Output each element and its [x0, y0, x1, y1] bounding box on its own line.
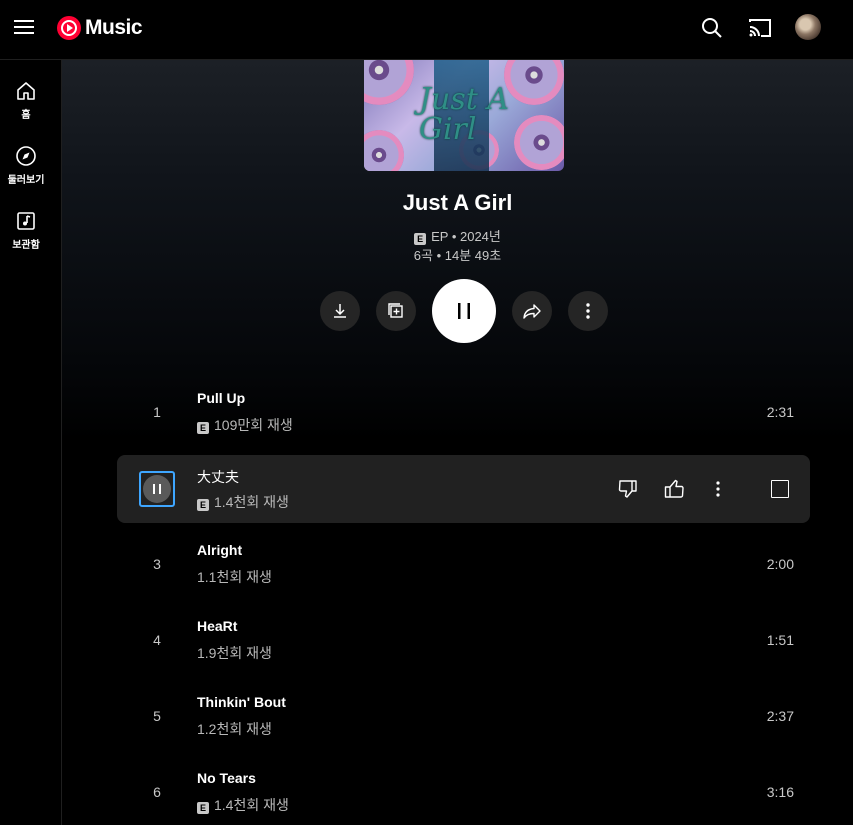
track-row[interactable]: 5 Thinkin' Bout 1.2천회 재생 2:37	[117, 682, 810, 750]
track-title[interactable]: Pull Up	[197, 390, 245, 406]
track-plays: E 1.4천회 재생	[197, 795, 289, 815]
pause-icon	[458, 303, 470, 319]
album-meta: E EP • 2024년	[62, 226, 853, 245]
pause-icon	[153, 484, 161, 494]
sidebar-item-library[interactable]: 보관함	[0, 210, 52, 251]
select-checkbox[interactable]	[771, 480, 789, 498]
save-to-library-icon	[388, 303, 403, 318]
sidebar-item-label: 홈	[21, 110, 31, 121]
pause-button[interactable]	[432, 279, 496, 343]
album-type-year: EP • 2024년	[431, 229, 501, 244]
track-number: 1	[153, 404, 161, 420]
logo-text: Music	[85, 16, 143, 39]
track-title[interactable]: No Tears	[197, 770, 256, 786]
track-number: 3	[153, 556, 161, 572]
track-title[interactable]: 大丈夫	[197, 467, 239, 487]
track-duration: 2:31	[766, 404, 794, 420]
track-number: 6	[153, 784, 161, 800]
explicit-badge: E	[197, 499, 209, 511]
track-plays: 1.1천회 재생	[197, 569, 272, 585]
track-title[interactable]: Alright	[197, 542, 242, 558]
search-icon[interactable]	[698, 14, 726, 42]
explore-icon	[16, 146, 36, 166]
more-options-button[interactable]	[568, 291, 608, 331]
track-plays: 1.2천회 재생	[197, 721, 272, 737]
track-row[interactable]: 3 Alright 1.1천회 재생 2:00	[117, 530, 810, 598]
track-plays: 1.9천회 재생	[197, 645, 272, 661]
album-cover: Just A Girl	[364, 60, 564, 171]
library-icon	[17, 212, 35, 230]
track-number: 4	[153, 632, 161, 648]
sidebar-item-home[interactable]: 홈	[0, 80, 52, 121]
track-title[interactable]: Thinkin' Bout	[197, 694, 286, 710]
more-icon[interactable]	[706, 477, 730, 501]
track-title[interactable]: HeaRt	[197, 618, 237, 634]
track-duration: 2:00	[766, 556, 794, 572]
like-icon[interactable]	[662, 477, 686, 501]
sidebar: 홈 둘러보기 보관함	[0, 60, 62, 825]
cover-title: Just A Girl	[419, 82, 509, 147]
top-bar: Music	[0, 0, 853, 60]
share-icon	[523, 304, 541, 319]
explicit-badge: E	[414, 233, 427, 245]
track-row[interactable]: 1 Pull Up E 109만회 재생 2:31	[117, 378, 810, 446]
download-icon	[334, 304, 346, 318]
dislike-icon[interactable]	[616, 477, 640, 501]
more-icon	[586, 303, 590, 319]
sidebar-item-label: 둘러보기	[7, 175, 45, 186]
explicit-badge: E	[197, 422, 209, 434]
track-plays: E 109만회 재생	[197, 415, 293, 435]
save-to-library-button[interactable]	[376, 291, 416, 331]
track-number: 5	[153, 708, 161, 724]
logo-play-icon	[57, 16, 81, 40]
track-row-playing[interactable]: 大丈夫 E 1.4천회 재생	[117, 455, 810, 523]
track-duration: 1:51	[766, 632, 794, 648]
youtube-music-logo[interactable]: Music	[57, 15, 143, 41]
album-page: Just A Girl Just A Girl E EP • 2024년 6곡 •…	[62, 60, 853, 825]
album-title: Just A Girl	[402, 190, 513, 215]
album-summary: 6곡 • 14분 49초	[413, 248, 502, 263]
sidebar-item-label: 보관함	[12, 240, 40, 251]
track-plays: E 1.4천회 재생	[197, 492, 289, 512]
sidebar-item-explore[interactable]: 둘러보기	[0, 145, 52, 186]
menu-icon[interactable]	[14, 17, 36, 35]
avatar[interactable]	[795, 14, 821, 40]
track-duration: 2:37	[766, 708, 794, 724]
track-duration: 3:16	[766, 784, 794, 800]
cast-icon[interactable]	[746, 14, 774, 42]
share-button[interactable]	[512, 291, 552, 331]
home-icon	[17, 82, 35, 100]
track-row[interactable]: 6 No Tears E 1.4천회 재생 3:16	[117, 758, 810, 825]
track-row[interactable]: 4 HeaRt 1.9천회 재생 1:51	[117, 606, 810, 674]
download-button[interactable]	[320, 291, 360, 331]
explicit-badge: E	[197, 802, 209, 814]
track-pause-button[interactable]	[139, 471, 175, 507]
